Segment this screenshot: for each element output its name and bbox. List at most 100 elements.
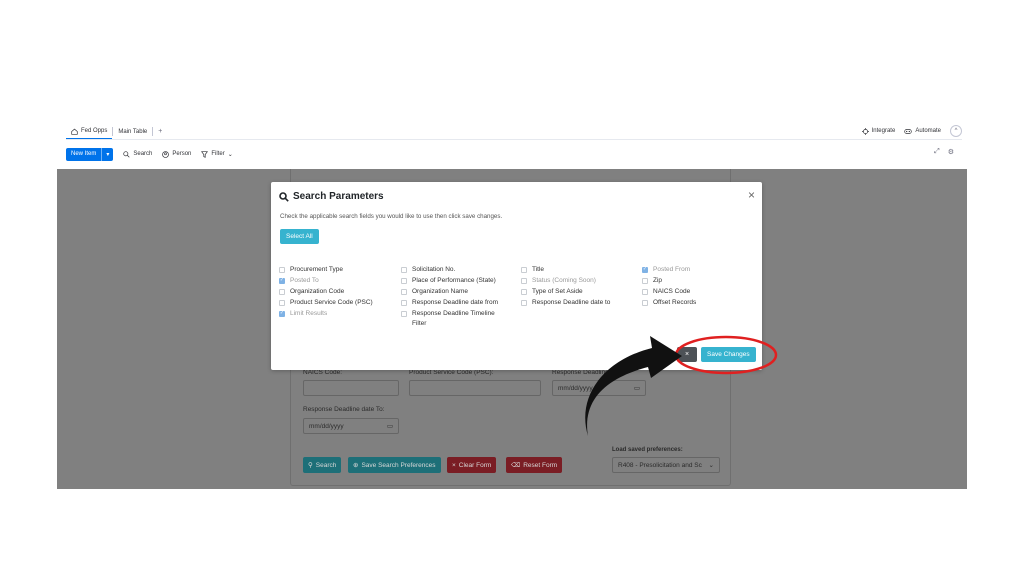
checkbox[interactable]: [642, 266, 648, 273]
search-field-option[interactable]: Procurement Type: [279, 265, 343, 275]
search-button[interactable]: Search: [123, 150, 152, 158]
integrate-label: Integrate: [871, 128, 896, 134]
naics-code-label: NAICS Code:: [303, 369, 343, 376]
search-field-option[interactable]: Zip: [642, 276, 662, 286]
filter-icon: [201, 150, 209, 158]
checkbox[interactable]: [521, 277, 527, 284]
checkbox[interactable]: [279, 288, 285, 295]
times-icon: ×: [452, 461, 456, 469]
checkbox[interactable]: [401, 310, 407, 317]
save-changes-button[interactable]: Save Changes: [701, 347, 756, 362]
new-item-button[interactable]: New Item ▾: [66, 147, 114, 161]
checkbox[interactable]: [521, 299, 527, 306]
response-deadline-to-input[interactable]: mm/dd/yyyy ▭: [303, 418, 399, 434]
reset-form-button[interactable]: ⌫ Reset Form: [506, 457, 563, 473]
add-view-button[interactable]: +: [153, 128, 167, 135]
integrate-icon: [861, 127, 869, 135]
checkbox[interactable]: [642, 277, 648, 284]
checkbox[interactable]: [401, 288, 407, 295]
date-placeholder: mm/dd/yyyy: [309, 422, 344, 430]
response-deadline-from-input[interactable]: mm/dd/yyyy ▭: [552, 380, 646, 396]
checkbox[interactable]: [521, 266, 527, 273]
integrate-button[interactable]: Integrate: [861, 127, 896, 135]
checkbox[interactable]: [279, 266, 285, 273]
automate-label: Automate: [915, 128, 941, 134]
search-field-option[interactable]: Product Service Code (PSC): [279, 298, 373, 308]
person-button[interactable]: Person: [162, 150, 192, 158]
tab-main-table[interactable]: Main Table: [113, 125, 152, 139]
search-field-option[interactable]: Response Deadline Timeline Filter: [401, 309, 501, 328]
search-field-option[interactable]: Posted From: [642, 265, 690, 275]
search-icon: [279, 191, 289, 202]
clear-form-button[interactable]: × Clear Form: [447, 457, 497, 473]
reset-form-label: Reset Form: [523, 461, 558, 469]
modal-title: Search Parameters: [279, 191, 384, 202]
response-deadline-from-label: Response Deadline: [552, 369, 609, 376]
expand-icon[interactable]: ⤢: [934, 148, 940, 156]
chevron-down-icon[interactable]: ▾: [101, 147, 113, 161]
search-field-option[interactable]: Place of Performance (State): [401, 276, 496, 286]
search-field-option[interactable]: Type of Set Aside: [521, 287, 583, 297]
search-field-option-label: NAICS Code: [653, 288, 691, 295]
select-all-button[interactable]: Select All: [280, 229, 319, 244]
tab-fed-opps[interactable]: Fed Opps: [66, 125, 113, 139]
calendar-icon[interactable]: ▭: [634, 384, 640, 392]
board-tabs-bar: Fed Opps Main Table + Integrate Automate…: [66, 124, 962, 140]
search-submit-label: Search: [315, 461, 337, 469]
new-item-label: New Item: [71, 151, 97, 157]
modal-description: Check the applicable search fields you w…: [280, 213, 503, 220]
search-field-option[interactable]: Status (Coming Soon): [521, 276, 596, 286]
search-field-option[interactable]: Posted To: [279, 276, 319, 286]
search-field-option-label: Status (Coming Soon): [532, 277, 596, 284]
search-field-option[interactable]: Response Deadline date to: [521, 298, 610, 308]
home-icon: [71, 128, 78, 135]
search-field-option-label: Response Deadline date to: [532, 299, 611, 306]
search-field-option[interactable]: Organization Code: [279, 287, 344, 297]
search-parameters-modal: Search Parameters × Check the applicable…: [271, 182, 762, 370]
search-field-option[interactable]: Organization Name: [401, 287, 468, 297]
checkbox[interactable]: [401, 299, 407, 306]
tabs-right-actions: Integrate Automate ^: [861, 125, 962, 137]
modal-close-button[interactable]: ×: [677, 347, 697, 362]
person-label: Person: [172, 151, 192, 157]
search-field-option-label: Product Service Code (PSC): [290, 299, 373, 306]
search-plus-icon: ⊕: [353, 462, 359, 469]
clear-form-label: Clear Form: [458, 461, 492, 469]
search-field-option[interactable]: Title: [521, 265, 544, 275]
search-field-option[interactable]: NAICS Code: [642, 287, 690, 297]
search-field-option-label: Offset Records: [653, 299, 697, 306]
person-icon: [162, 150, 170, 158]
calendar-icon[interactable]: ▭: [387, 422, 393, 430]
tab-fed-opps-label: Fed Opps: [81, 128, 108, 134]
search-field-option[interactable]: Response Deadline date from: [401, 298, 498, 308]
search-field-option[interactable]: Limit Results: [279, 309, 327, 319]
checkbox[interactable]: [279, 299, 285, 306]
modal-close-icon[interactable]: ×: [748, 189, 755, 201]
collapse-header-button[interactable]: ^: [950, 125, 962, 137]
checkbox[interactable]: [401, 266, 407, 273]
psc-input[interactable]: [409, 380, 541, 396]
gear-icon[interactable]: ⚙: [948, 148, 954, 156]
saved-preferences-value: R408 - Presolicitation and Sc: [618, 461, 702, 469]
search-submit-button[interactable]: ⚲ Search: [303, 457, 342, 473]
save-search-preferences-button[interactable]: ⊕ Save Search Preferences: [348, 457, 441, 473]
saved-preferences-select[interactable]: R408 - Presolicitation and Sc ⌄: [612, 457, 720, 473]
filter-button[interactable]: Filter ⌄: [201, 150, 233, 158]
eraser-icon: ⌫: [511, 462, 521, 469]
search-field-option-label: Limit Results: [290, 310, 328, 317]
board-toolbar: New Item ▾ Search Person Filter ⌄ ⤢ ⚙: [66, 146, 962, 162]
automate-button[interactable]: Automate: [904, 128, 941, 135]
search-field-option[interactable]: Solicitation No.: [401, 265, 455, 275]
tab-main-table-label: Main Table: [118, 128, 148, 135]
naics-code-input[interactable]: [303, 380, 399, 396]
search-field-option[interactable]: Offset Records: [642, 298, 696, 308]
search-field-option-label: Response Deadline Timeline Filter: [412, 310, 495, 327]
checkbox[interactable]: [642, 299, 648, 306]
checkbox[interactable]: [279, 277, 285, 284]
checkbox[interactable]: [279, 310, 285, 317]
checkbox[interactable]: [401, 277, 407, 284]
search-field-option-label: Organization Code: [290, 288, 345, 295]
checkbox[interactable]: [642, 288, 648, 295]
checkbox[interactable]: [521, 288, 527, 295]
search-icon: ⚲: [308, 462, 313, 469]
